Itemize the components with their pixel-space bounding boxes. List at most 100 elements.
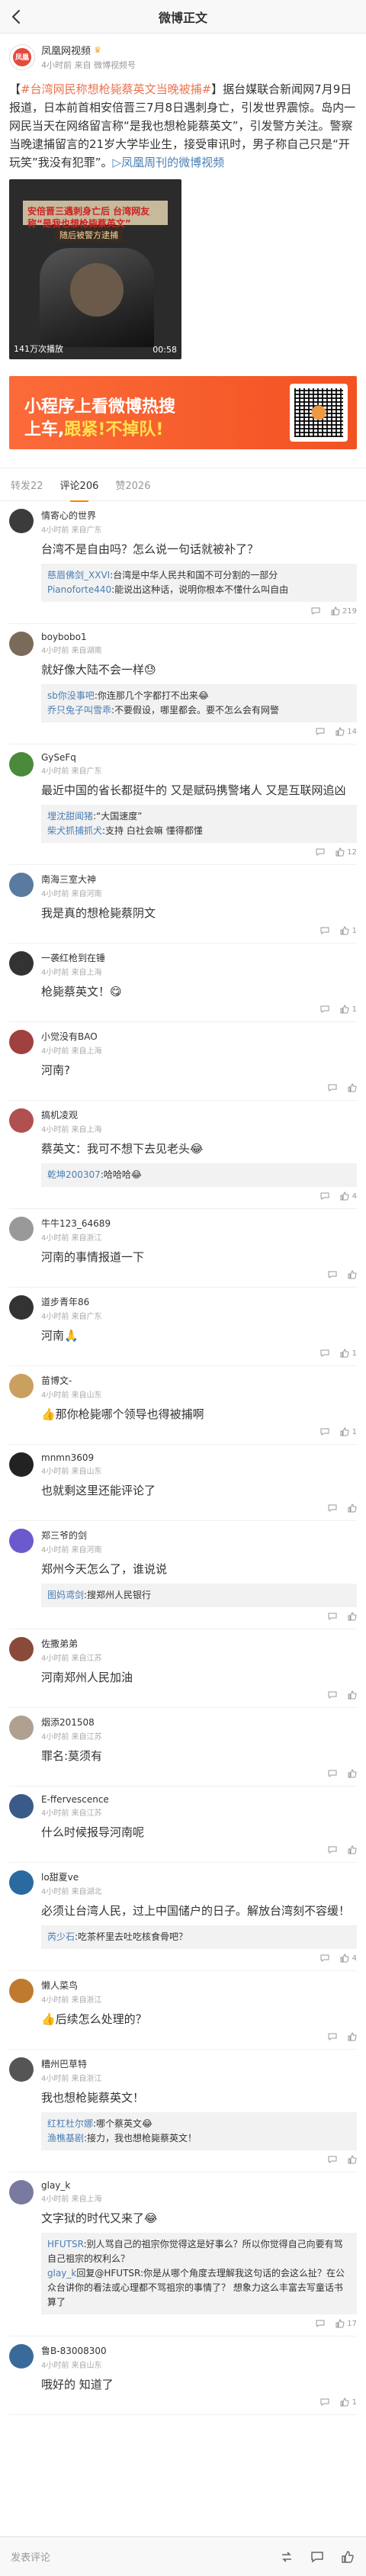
back-arrow-icon[interactable]	[8, 8, 26, 26]
comment-like[interactable]	[348, 1083, 357, 1092]
reply-icon[interactable]	[328, 1270, 337, 1279]
reply-box[interactable]: 芮少石:吃茶杯里去吐吃核食骨吧？	[41, 1925, 357, 1949]
reply-author[interactable]: glay_k	[47, 2268, 76, 2279]
comment-like[interactable]: 4	[340, 1192, 357, 1201]
commenter-avatar[interactable]	[9, 1716, 34, 1740]
comment-like[interactable]: 1	[340, 1427, 357, 1436]
reply-box[interactable]: sb你没事吧:你连那几个字都打不出来😂 乔只兔子叫雪乖:不要假设，哪里都会。要不怎…	[41, 684, 357, 722]
commenter-avatar[interactable]	[9, 1979, 34, 2003]
tab-likes[interactable]: 赞2026	[115, 478, 150, 492]
commenter-name[interactable]: 南海三室大神	[41, 873, 357, 886]
commenter-name[interactable]: 鲁B-83008300	[41, 2344, 357, 2357]
reply-icon[interactable]	[328, 2032, 337, 2041]
commenter-avatar[interactable]	[9, 509, 34, 533]
reply-box[interactable]: 乾坤200307:哈哈哈😂	[41, 1163, 357, 1187]
comment-like[interactable]	[348, 1270, 357, 1279]
commenter-avatar[interactable]	[9, 2180, 34, 2205]
commenter-name[interactable]: 糟州巴草特	[41, 2057, 357, 2070]
reply-author[interactable]: 埋沈甜闻猪	[47, 811, 93, 822]
reply-author[interactable]: 柴犬抓捕抓犬	[47, 825, 102, 836]
comment-like[interactable]	[348, 1503, 357, 1513]
post-video[interactable]: 安倍晋三遇刺身亡后 台湾网友称“是我也想枪毙蔡英文” 随后被警方逮捕 141万次…	[9, 179, 181, 359]
reply-icon[interactable]	[320, 1349, 329, 1358]
commenter-avatar[interactable]	[9, 1374, 34, 1398]
commenter-avatar[interactable]	[9, 1295, 34, 1320]
commenter-avatar[interactable]	[9, 1217, 34, 1241]
repost-icon[interactable]	[279, 2549, 294, 2565]
author-avatar[interactable]: 凤凰	[9, 43, 35, 70]
reply-icon[interactable]	[328, 1612, 337, 1621]
reply-author[interactable]: 红杠杜尔娜	[47, 2118, 93, 2129]
commenter-avatar[interactable]	[9, 1794, 34, 1819]
reply-box[interactable]: 图妈鸢剑:搜郑州人民银行	[41, 1584, 357, 1607]
commenter-name[interactable]: 懒人菜鸟	[41, 1979, 357, 1992]
reply-box[interactable]: HFUTSR:别人骂自己的祖宗你觉得这是好事么？所以你觉得自己向要有骂自己祖宗的…	[41, 2233, 357, 2314]
comment-like[interactable]: 1	[340, 2398, 357, 2407]
commenter-name[interactable]: 一袭红枪到在锤	[41, 951, 357, 964]
comment-like[interactable]	[348, 2155, 357, 2164]
commenter-name[interactable]: 道步青年86	[41, 1295, 357, 1308]
reply-author[interactable]: HFUTSR	[47, 2239, 84, 2250]
commenter-name[interactable]: 小觉没有BAO	[41, 1030, 357, 1043]
reply-box[interactable]: 红杠杜尔娜:哪个蔡英文😂 渔樵基剧:接力，我也想枪毙蔡英文！	[41, 2112, 357, 2150]
reply-icon[interactable]	[328, 1769, 337, 1778]
reply-icon[interactable]	[316, 847, 325, 857]
comment-icon[interactable]	[310, 2549, 325, 2565]
commenter-avatar[interactable]	[9, 1108, 34, 1133]
commenter-avatar[interactable]	[9, 951, 34, 976]
reply-icon[interactable]	[328, 1083, 337, 1092]
comment-like[interactable]	[348, 1769, 357, 1778]
reply-author[interactable]: 慈眉佛剑_XXVI	[47, 570, 110, 580]
commenter-avatar[interactable]	[9, 2057, 34, 2082]
reply-author[interactable]: 芮少石	[47, 1931, 75, 1942]
commenter-name[interactable]: 情寄心的世界	[41, 509, 357, 522]
reply-icon[interactable]	[328, 1690, 337, 1700]
reply-author[interactable]: 乾坤200307	[47, 1169, 101, 1180]
reply-author[interactable]: Pianoforte440	[47, 584, 111, 595]
commenter-avatar[interactable]	[9, 752, 34, 777]
commenter-avatar[interactable]	[9, 1870, 34, 1895]
comment-like[interactable]: 4	[340, 1954, 357, 1963]
comment-like[interactable]: 219	[331, 606, 357, 616]
commenter-name[interactable]: 苗博文-	[41, 1374, 357, 1387]
reply-icon[interactable]	[316, 2319, 325, 2328]
commenter-avatar[interactable]	[9, 1637, 34, 1661]
commenter-name[interactable]: E-ffervescence	[41, 1794, 357, 1805]
reply-icon[interactable]	[320, 1954, 329, 1963]
reply-author[interactable]: 图妈鸢剑	[47, 1590, 84, 1600]
author-name[interactable]: 凤凰网视频	[41, 43, 91, 57]
reply-author[interactable]: sb你没事吧	[47, 690, 95, 701]
reply-icon[interactable]	[328, 1845, 337, 1854]
reply-author[interactable]: 乔只兔子叫雪乖	[47, 705, 111, 716]
commenter-avatar[interactable]	[9, 873, 34, 897]
comment-like[interactable]: 1	[340, 1349, 357, 1358]
reply-icon[interactable]	[320, 1005, 329, 1014]
post-topic[interactable]: #台湾网民称想枪毙蔡英文当晚被捕#	[21, 82, 211, 96]
commenter-name[interactable]: 佐撒弟弟	[41, 1637, 357, 1650]
commenter-name[interactable]: 郑三爷的剑	[41, 1529, 357, 1542]
commenter-name[interactable]: glay_k	[41, 2180, 357, 2191]
comment-like[interactable]: 1	[340, 926, 357, 935]
commenter-name[interactable]: mnmn3609	[41, 1452, 357, 1463]
mini-program-banner[interactable]: 小程序上看微博热搜 上车,跟紧!不掉队!	[9, 376, 357, 449]
commenter-avatar[interactable]	[9, 2344, 34, 2369]
comment-like[interactable]: 12	[336, 847, 357, 857]
commenter-name[interactable]: boybobo1	[41, 632, 357, 642]
reply-icon[interactable]	[328, 1503, 337, 1513]
commenter-avatar[interactable]	[9, 1030, 34, 1054]
publish-comment-button[interactable]: 发表评论	[11, 2549, 279, 2564]
commenter-avatar[interactable]	[9, 1452, 34, 1477]
comment-like[interactable]	[348, 2032, 357, 2041]
commenter-name[interactable]: 搞机凌观	[41, 1108, 357, 1121]
reply-box[interactable]: 埋沈甜闻猪:“大国速度” 柴犬抓捕抓犬:支持 白社会嘛 懂得都懂	[41, 805, 357, 843]
reply-icon[interactable]	[328, 2155, 337, 2164]
commenter-name[interactable]: GySeFq	[41, 752, 357, 763]
comment-like[interactable]: 1	[340, 1005, 357, 1014]
reply-icon[interactable]	[320, 926, 329, 935]
tab-reposts[interactable]: 转发22	[11, 478, 43, 492]
reply-icon[interactable]	[311, 606, 320, 616]
comment-like[interactable]	[348, 1690, 357, 1700]
comment-like[interactable]	[348, 1612, 357, 1621]
reply-icon[interactable]	[320, 1427, 329, 1436]
commenter-avatar[interactable]	[9, 1529, 34, 1553]
